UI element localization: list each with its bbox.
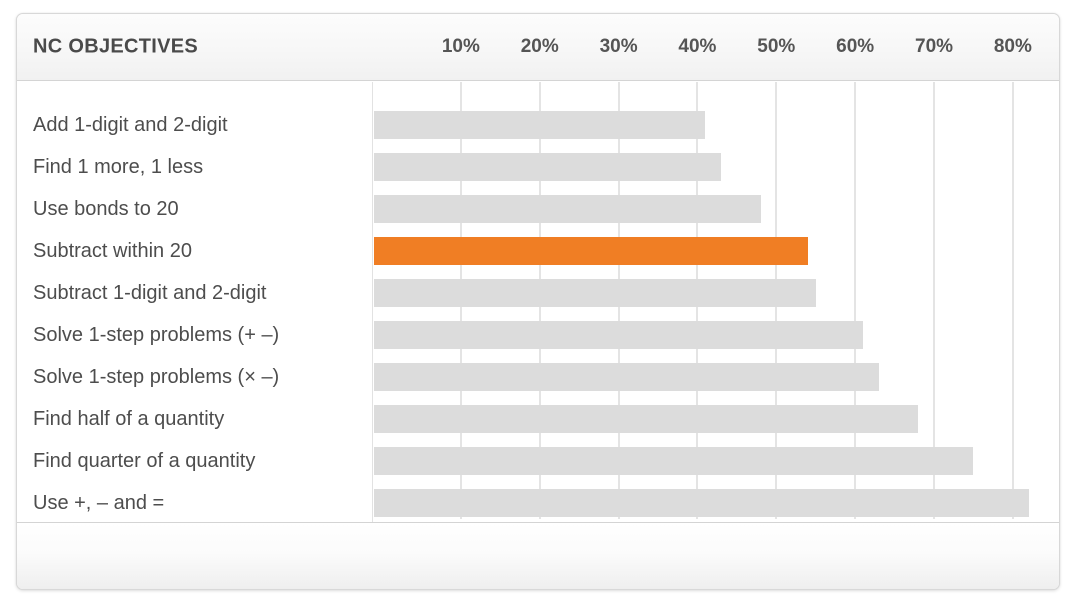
bar-2[interactable] (374, 195, 761, 223)
gridline-80pct (1012, 82, 1014, 519)
chart-footer (17, 522, 1059, 590)
axis-tick-70pct: 70% (915, 36, 953, 58)
chart-body: Add 1-digit and 2-digit Find 1 more, 1 le… (17, 82, 1059, 522)
axis-tick-20pct: 20% (521, 36, 559, 58)
objective-label: Use bonds to 20 (33, 195, 179, 223)
objective-label: Subtract within 20 (33, 237, 192, 265)
bar-plot-area (374, 82, 1059, 522)
axis-tick-60pct: 60% (836, 36, 874, 58)
bar-0[interactable] (374, 111, 705, 139)
objective-label: Find 1 more, 1 less (33, 153, 203, 181)
objective-label: Solve 1-step problems (× –) (33, 363, 279, 391)
objective-label: Solve 1-step problems (+ –) (33, 321, 279, 349)
objective-label: Add 1-digit and 2-digit (33, 111, 228, 139)
nc-objectives-card: NC OBJECTIVES 10% 20% 30% 40% 50% 60% 70% 80% A… (16, 13, 1060, 590)
axis-tick-40pct: 40% (678, 36, 716, 58)
objective-label: Find half of a quantity (33, 405, 224, 433)
page-title: NC OBJECTIVES (33, 36, 198, 59)
objective-label: Subtract 1-digit and 2-digit (33, 279, 266, 307)
objective-label: Use +, – and = (33, 489, 164, 517)
axis-tick-30pct: 30% (600, 36, 638, 58)
objective-labels-column: Add 1-digit and 2-digit Find 1 more, 1 le… (17, 82, 373, 522)
axis-tick-50pct: 50% (757, 36, 795, 58)
bar-3[interactable] (374, 237, 808, 265)
bar-5[interactable] (374, 321, 863, 349)
bar-7[interactable] (374, 405, 918, 433)
objective-label: Find quarter of a quantity (33, 447, 255, 475)
bar-9[interactable] (374, 489, 1029, 517)
chart-header: NC OBJECTIVES 10% 20% 30% 40% 50% 60% 70% 80% (17, 14, 1059, 81)
bar-6[interactable] (374, 363, 879, 391)
axis-tick-80pct: 80% (994, 36, 1032, 58)
bar-4[interactable] (374, 279, 816, 307)
bar-8[interactable] (374, 447, 973, 475)
axis-tick-10pct: 10% (442, 36, 480, 58)
bar-1[interactable] (374, 153, 721, 181)
